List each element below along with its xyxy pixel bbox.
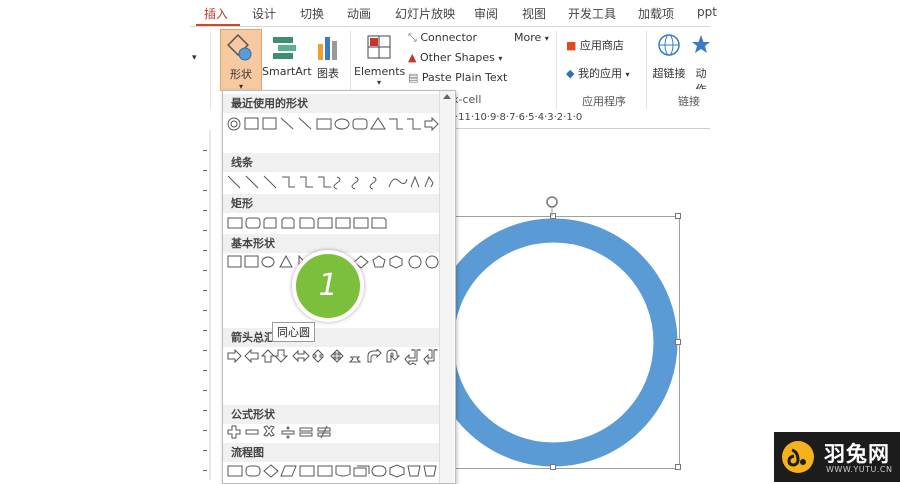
donut-shape[interactable] (428, 217, 679, 468)
tab-view[interactable]: 视图 (522, 5, 546, 22)
action-button[interactable]: 动作 (692, 29, 710, 89)
chevron-down-icon: ▾ (376, 78, 381, 87)
ruler-ticks: ·11·10·9·8·7·6·5·4·3·2·1·0 (455, 112, 583, 123)
shape-tooltip: 同心圆 (272, 322, 315, 342)
other-shapes-label: Other Shapes (419, 51, 495, 64)
ribbon-tabs: 插入 设计 切换 动画 幻灯片放映 审阅 视图 开发工具 加载项 ppt (190, 0, 717, 27)
equation-shapes-row[interactable] (227, 425, 439, 441)
chevron-down-icon: ▾ (625, 70, 630, 79)
tab-developer[interactable]: 开发工具 (568, 5, 616, 22)
logo-url: WWW.YUTU.CN (826, 465, 893, 474)
tab-ppt[interactable]: ppt (697, 5, 717, 19)
action-label: 动作 (695, 67, 707, 89)
lines-row[interactable] (227, 175, 439, 191)
my-apps-button[interactable]: ◆ 我的应用 ▾ (566, 65, 629, 81)
site-logo: 羽兔网 WWW.YUTU.CN (774, 432, 900, 482)
app-store-button[interactable]: ■ 应用商店 (566, 37, 624, 53)
horizontal-ruler: ·11·10·9·8·7·6·5·4·3·2·1·0 (455, 112, 710, 129)
my-apps-label: 我的应用 (577, 67, 622, 80)
other-shapes-icon: ▲ (408, 51, 417, 64)
divider (646, 31, 647, 109)
step-number-badge: 1 (292, 250, 364, 322)
rectangles-row[interactable] (227, 216, 439, 232)
smartart-label: SmartArt (262, 65, 312, 78)
shapes-icon (227, 34, 252, 61)
resize-handle[interactable] (675, 339, 681, 345)
elements-icon (367, 35, 391, 59)
store-icon: ■ (566, 39, 577, 52)
block-arrows-grid[interactable] (227, 349, 439, 365)
hyperlink-label: 超链接 (652, 67, 686, 80)
tab-design[interactable]: 设计 (252, 5, 276, 22)
section-lines: 线条 (223, 153, 439, 172)
chevron-down-icon: ▾ (498, 54, 503, 63)
active-tab-indicator (196, 24, 240, 26)
app-store-label: 应用商店 (579, 39, 624, 52)
vertical-ruler (203, 130, 211, 480)
flowchart-row[interactable] (227, 464, 439, 480)
section-recent-shapes: 最近使用的形状 (223, 94, 439, 113)
tab-transitions[interactable]: 切换 (300, 5, 324, 22)
tab-review[interactable]: 审阅 (474, 5, 498, 22)
logo-mark-icon (782, 441, 814, 473)
smartart-button[interactable]: SmartArt (262, 29, 312, 89)
shapes-button[interactable]: 形状 ▾ (220, 29, 262, 91)
divider (210, 31, 211, 109)
more-label: More (514, 31, 542, 44)
connector-button[interactable]: ⤡ Connector (408, 31, 477, 45)
panel-scrollbar[interactable] (439, 91, 454, 483)
other-shapes-button[interactable]: ▲ Other Shapes ▾ (408, 51, 502, 64)
chart-label: 图表 (317, 67, 339, 80)
section-equation-shapes: 公式形状 (223, 405, 439, 424)
hyperlink-button[interactable]: 超链接 (650, 29, 688, 89)
group-label-links: 链接 (678, 95, 700, 108)
divider (556, 31, 557, 109)
recent-shapes-row[interactable] (227, 117, 439, 133)
resize-handle[interactable] (675, 464, 681, 470)
tab-slideshow[interactable]: 幻灯片放映 (395, 5, 455, 22)
section-flowchart: 流程图 (223, 443, 439, 462)
smartart-icon (273, 37, 296, 59)
rabbit-icon (787, 448, 806, 467)
tab-addins[interactable]: 加载项 (638, 5, 674, 22)
rotate-handle-icon[interactable] (543, 194, 561, 216)
group-label-xcell: x-cell (452, 93, 482, 106)
bar-chart-icon (318, 37, 337, 60)
scroll-up-arrow-icon[interactable] (443, 94, 451, 99)
elements-label: Elements (354, 65, 406, 78)
more-button[interactable]: More ▾ (514, 31, 549, 44)
chevron-down-icon: ▾ (544, 34, 549, 43)
shape-selection-box[interactable] (424, 213, 681, 470)
resize-handle[interactable] (675, 213, 681, 219)
globe-link-icon (658, 34, 680, 56)
paste-plain-text-label: Paste Plain Text (421, 71, 508, 84)
chart-button[interactable]: 图表 (312, 29, 344, 89)
logo-text: 羽兔网 (824, 442, 890, 466)
my-apps-icon: ◆ (566, 67, 575, 80)
star-action-icon (692, 35, 710, 53)
paste-icon: ▤ (408, 71, 419, 84)
connector-icon: ⤡ (408, 31, 417, 44)
section-block-arrows: 箭头总汇 (223, 328, 439, 347)
shapes-label: 形状 (230, 68, 252, 81)
resize-handle[interactable] (550, 464, 556, 470)
dropdown-arrow-icon[interactable]: ▾ (192, 53, 197, 63)
section-rectangles: 矩形 (223, 194, 439, 213)
connector-label: Connector (420, 31, 478, 44)
group-label-apps: 应用程序 (582, 95, 626, 108)
tab-insert[interactable]: 插入 (204, 5, 228, 22)
paste-plain-text-button[interactable]: ▤ Paste Plain Text (408, 71, 507, 84)
elements-button[interactable]: Elements ▾ (354, 29, 406, 89)
tab-animations[interactable]: 动画 (347, 5, 371, 22)
